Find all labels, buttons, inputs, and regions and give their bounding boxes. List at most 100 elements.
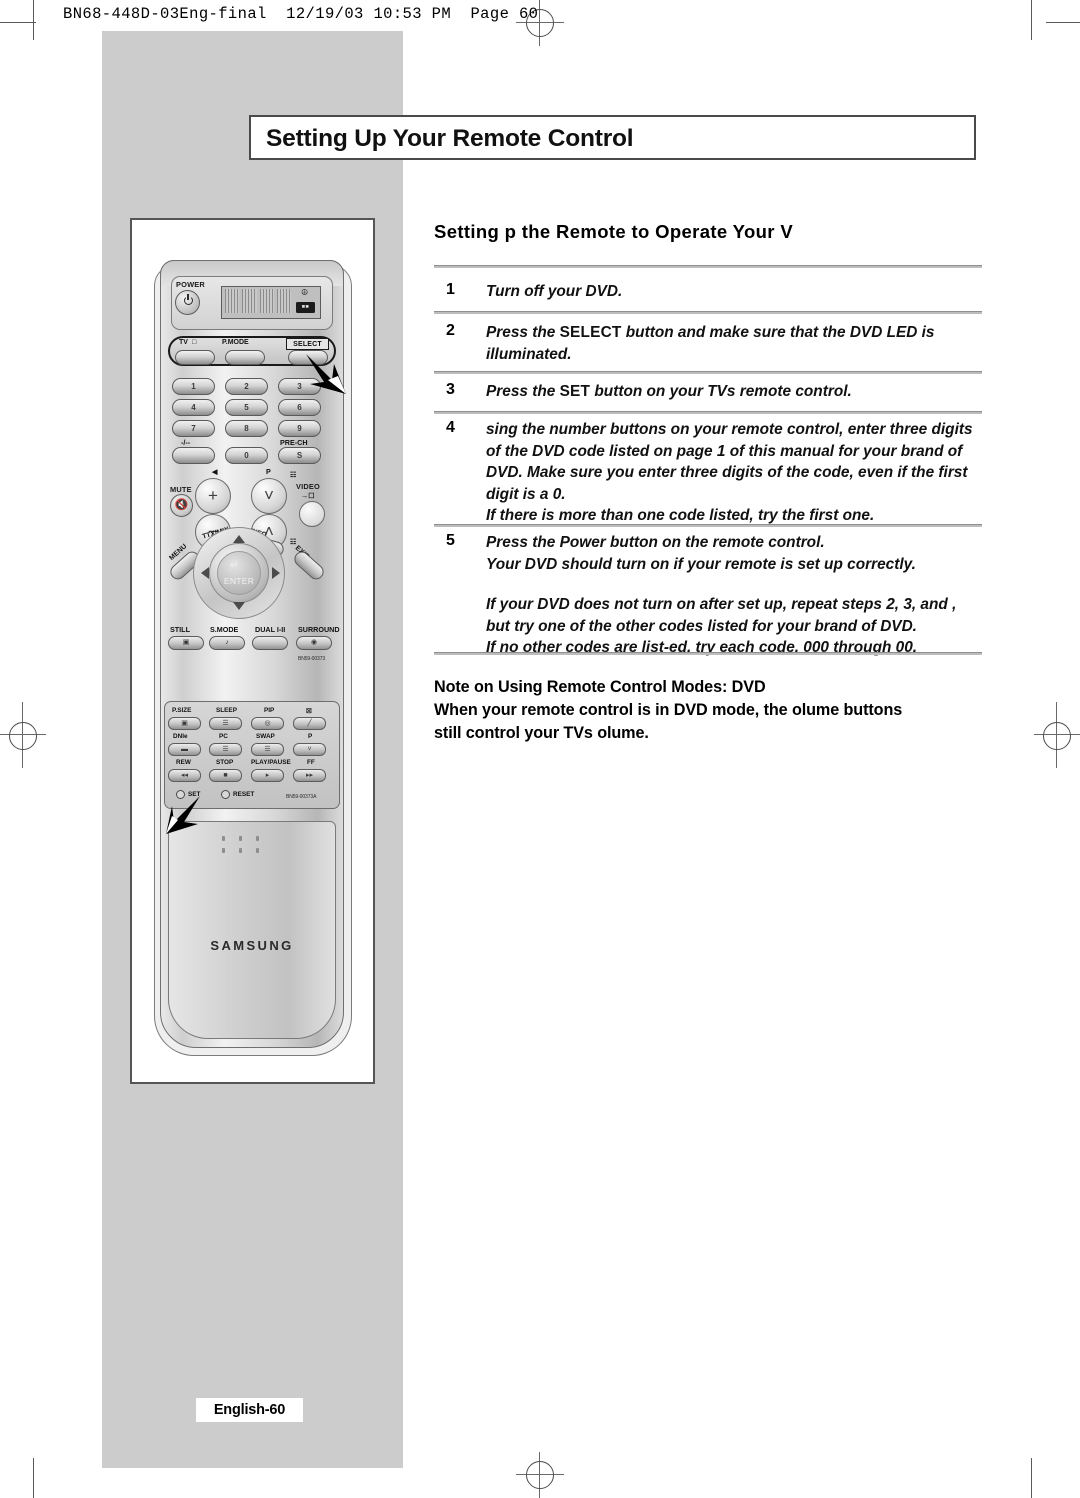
surround-label: SURROUND <box>298 625 340 634</box>
dual-label: DUAL I-II <box>255 625 286 634</box>
prech-key-label: PRE-CH <box>280 438 308 447</box>
step-3-number: 3 <box>446 381 455 398</box>
program-lower-label: P <box>308 733 313 740</box>
ff-button[interactable]: ▸▸ <box>293 769 326 782</box>
lcd-segment-group <box>225 289 291 313</box>
surround-button[interactable]: ◉ <box>296 636 332 650</box>
volume-up-button[interactable]: + <box>195 478 231 514</box>
smode-button[interactable]: ♪ <box>209 636 245 650</box>
pc-label: PC <box>219 733 228 740</box>
remote-control-graphic: POWER ☮ ■■ TV □ P.MODE SELECT 1 2 3 4 5 … <box>146 238 358 1060</box>
nav-up-arrow-icon[interactable] <box>233 535 245 543</box>
key-6[interactable]: 6 <box>278 399 321 416</box>
page-number-label: English-60 <box>213 1402 286 1418</box>
divider-after-step-3 <box>434 411 982 414</box>
page-title: Setting Up Your Remote Control <box>266 125 634 152</box>
dnie-button[interactable]: ▬ <box>168 743 201 756</box>
step-2: 2 Press the SELECT button and make sure … <box>434 322 982 365</box>
program-lower-button[interactable]: ˅ <box>293 743 326 756</box>
crop-mark-top-horizontal <box>0 22 36 24</box>
reset-button[interactable] <box>221 790 230 799</box>
key-4[interactable]: 4 <box>172 399 215 416</box>
step-2-text: Press the SELECT button and make sure th… <box>486 322 982 365</box>
video-button[interactable] <box>299 501 325 527</box>
crop-mark-top-horizontal-right <box>1046 22 1080 24</box>
callout-arrow-set <box>166 796 200 834</box>
key-0[interactable]: 0 <box>225 447 268 464</box>
playpause-label: PLAY/PAUSE <box>251 759 291 766</box>
nav-down-arrow-icon[interactable] <box>233 602 245 610</box>
rew-button[interactable]: ◂◂ <box>168 769 201 782</box>
samsung-brand-logo: SAMSUNG <box>210 938 294 953</box>
lcd-cell <box>276 289 291 313</box>
step-3-set-keyword: SET <box>559 383 591 400</box>
step-4-number: 4 <box>446 419 455 436</box>
note-line-1: Note on Using Remote Control Modes: DVD <box>434 678 766 696</box>
remote-bottom-shell <box>168 821 336 1039</box>
remote-illustration-frame: POWER ☮ ■■ TV □ P.MODE SELECT 1 2 3 4 5 … <box>130 218 375 1084</box>
sleep-button[interactable]: ☰ <box>209 717 242 730</box>
note-line-3: still control your TVs olume. <box>434 724 649 742</box>
ff-label: FF <box>307 759 315 766</box>
tv-mode-button[interactable] <box>175 350 215 365</box>
playpause-button[interactable]: ▸ <box>251 769 284 782</box>
antenna-icon: ☮ <box>301 288 309 297</box>
registration-mark-left <box>0 702 46 768</box>
step-2-select-keyword: SELECT <box>559 324 622 341</box>
part-number-top: BN59-00373 <box>298 656 326 662</box>
divider-top <box>434 265 982 268</box>
nav-right-arrow-icon[interactable] <box>272 567 280 579</box>
step-3: 3 Press the SET button on your TVs remot… <box>434 381 982 403</box>
dash-key[interactable] <box>172 447 215 464</box>
step-2-pre: Press the <box>486 324 560 341</box>
vent-dot <box>222 848 225 853</box>
divider-after-step-5 <box>434 652 982 655</box>
pmode-button[interactable] <box>225 350 265 365</box>
page-number-badge: English-60 <box>196 1398 303 1422</box>
source-button[interactable]: ╱ <box>293 717 326 730</box>
key-5[interactable]: 5 <box>225 399 268 416</box>
step-1-text: Turn off your DVD. <box>486 283 623 300</box>
tv-mode-label: TV <box>179 339 188 346</box>
enter-button[interactable]: ENTER <box>217 551 261 595</box>
lcd-cell <box>225 289 240 313</box>
select-button-outline[interactable]: SELECT <box>286 338 329 350</box>
source-icon: ☒ <box>306 708 312 715</box>
registration-mark-bottom <box>516 1452 564 1498</box>
key-7[interactable]: 7 <box>172 420 215 437</box>
still-button[interactable]: ▣ <box>168 636 204 650</box>
crop-mark-left-vertical-lower <box>33 1458 35 1498</box>
key-2[interactable]: 2 <box>225 378 268 395</box>
step-4-text: sing the number buttons on your remote c… <box>486 421 973 503</box>
divider-after-step-2 <box>434 371 982 374</box>
stop-button[interactable]: ■ <box>209 769 242 782</box>
swap-button[interactable]: ☰ <box>251 743 284 756</box>
section-subheading: Setting p the Remote to Operate Your V <box>434 221 794 242</box>
step-3-text: Press the SET button on your TVs remote … <box>486 381 982 403</box>
mute-button[interactable]: 🔇 <box>170 494 193 517</box>
video-input-icon: →☐ <box>301 491 315 500</box>
part-number-bottom: BN59-00373A <box>286 794 317 800</box>
power-label: POWER <box>176 280 205 289</box>
key-1[interactable]: 1 <box>172 378 215 395</box>
nav-left-arrow-icon[interactable] <box>201 567 209 579</box>
pip-button[interactable]: ◎ <box>251 717 284 730</box>
prech-key[interactable]: S <box>278 447 321 464</box>
pc-button[interactable]: ☰ <box>209 743 242 756</box>
power-icon-stem <box>187 294 189 300</box>
sleep-label: SLEEP <box>216 707 237 714</box>
note-line-2: When your remote control is in DVD mode,… <box>434 701 903 719</box>
program-up-button[interactable]: ˅ <box>251 478 287 514</box>
vent-dot <box>239 836 242 841</box>
vent-dot <box>256 836 259 841</box>
psize-button[interactable]: ▣ <box>168 717 201 730</box>
stop-label: STOP <box>216 759 234 766</box>
dual-button[interactable] <box>252 636 288 650</box>
page-title-box: Setting Up Your Remote Control <box>249 115 976 160</box>
key-8[interactable]: 8 <box>225 420 268 437</box>
step-5-line-4: If no other codes are list-ed, try each … <box>486 639 918 656</box>
teletext-icon-bottom: ☷ <box>290 537 297 546</box>
step-5: 5 Press the Power button on the remote c… <box>434 532 982 659</box>
smode-label: S.MODE <box>210 625 239 634</box>
key-9[interactable]: 9 <box>278 420 321 437</box>
